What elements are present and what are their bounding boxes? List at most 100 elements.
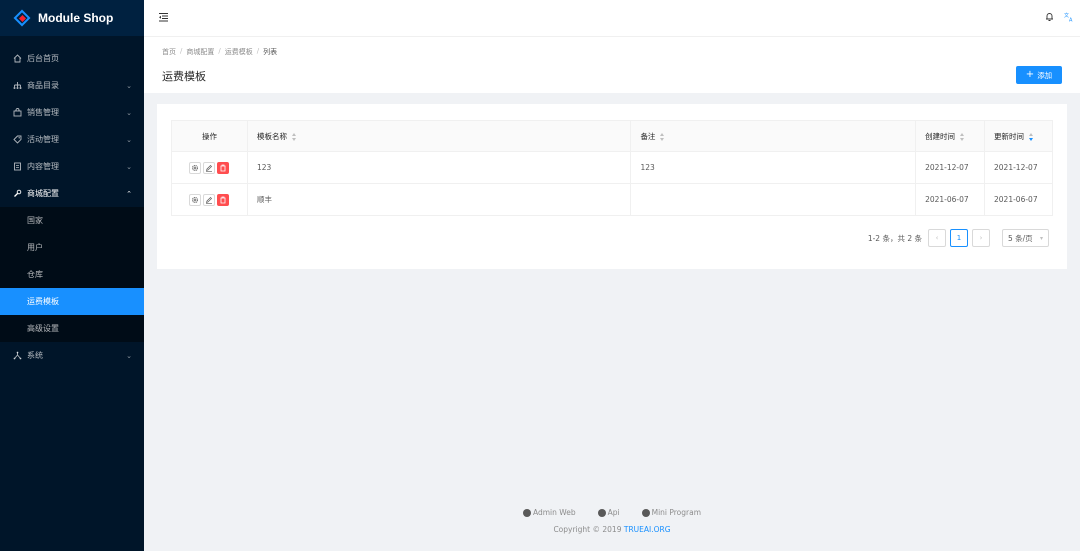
shopping-icon: [13, 108, 22, 117]
trash-icon: [220, 164, 226, 171]
settings-button[interactable]: [189, 161, 202, 174]
sidebar-item-label: 运费模板: [27, 297, 59, 306]
breadcrumb-separator: /: [218, 47, 221, 55]
sidebar-subitem-country[interactable]: 国家: [0, 207, 144, 234]
sidebar-item-activity[interactable]: 活动管理 ⌄: [0, 126, 144, 153]
row-actions: [171, 151, 248, 184]
sort-icon[interactable]: [660, 132, 665, 141]
sort-desc-icon[interactable]: [1029, 132, 1034, 141]
cell-note: 123: [630, 151, 917, 184]
sidebar-item-shop-config[interactable]: 商城配置 ⌃: [0, 180, 144, 207]
column-header-actions: 操作: [171, 120, 248, 152]
edit-button[interactable]: [203, 161, 216, 174]
cell-updated: 2021-06-07: [984, 183, 1053, 216]
sidebar-subitem-freight-template[interactable]: 运费模板: [0, 288, 144, 315]
footer-link-label: Mini Program: [651, 508, 702, 517]
chevron-up-icon: ⌃: [126, 189, 132, 198]
svg-text:A: A: [1069, 18, 1073, 23]
app-name: Module Shop: [38, 11, 114, 25]
sidebar-menu: 后台首页 商品目录 ⌄ 销售管理 ⌄ 活动管理 ⌄ 内容管理 ⌄ 商城配置 ⌃ …: [0, 45, 144, 369]
column-header-name[interactable]: 模板名称: [246, 120, 632, 152]
chevron-left-icon: ‹: [935, 234, 939, 242]
footer: Admin Web Api Mini Program Copyright © 2…: [144, 508, 1080, 534]
sidebar-item-label: 系统: [27, 351, 43, 360]
row-actions: [171, 183, 248, 216]
gear-icon: [192, 164, 199, 171]
settings-button[interactable]: [189, 193, 202, 206]
tool-icon: [13, 189, 22, 198]
sidebar-subitem-warehouse[interactable]: 仓库: [0, 261, 144, 288]
chevron-down-icon: ▾: [1039, 234, 1043, 242]
breadcrumb-item-current: 列表: [263, 48, 278, 56]
sidebar-item-label: 销售管理: [27, 108, 59, 117]
delete-button[interactable]: [217, 161, 230, 174]
freight-template-table: 操作 模板名称 备注 创建时间 更新时间 123 123 2021-12-07 …: [171, 120, 1053, 216]
sidebar-item-label: 国家: [27, 216, 43, 225]
footer-link-admin-web[interactable]: Admin Web: [522, 508, 576, 517]
github-icon: [522, 508, 531, 517]
copyright-year: 2019: [602, 525, 622, 534]
footer-link-mini-program[interactable]: Mini Program: [641, 508, 702, 517]
breadcrumb-separator: /: [256, 47, 260, 55]
column-header-label: 更新时间: [994, 131, 1025, 141]
page-size-select[interactable]: 5 条/页 ▾: [1002, 229, 1049, 247]
cell-name: 123: [246, 151, 632, 184]
edit-icon: [206, 164, 213, 172]
column-header-label: 备注: [640, 131, 656, 141]
breadcrumb-item[interactable]: 商城配置: [186, 47, 214, 57]
sort-icon[interactable]: [960, 132, 965, 141]
copyright-icon: ©: [592, 525, 600, 534]
gear-icon: [192, 196, 199, 203]
home-icon: [13, 54, 22, 63]
column-header-updated[interactable]: 更新时间: [984, 120, 1053, 152]
plus-icon: +: [1025, 69, 1035, 80]
breadcrumb-item[interactable]: 首页: [162, 47, 176, 57]
top-header: 文A: [144, 0, 1080, 36]
delete-button[interactable]: [217, 193, 230, 206]
add-button-label: 添加: [1037, 70, 1053, 80]
prev-page-button[interactable]: ‹: [928, 229, 946, 247]
page-size-value: 5 条/页: [1008, 233, 1033, 243]
column-header-note[interactable]: 备注: [630, 120, 917, 152]
sidebar-item-content[interactable]: 内容管理 ⌄: [0, 153, 144, 180]
footer-link-api[interactable]: Api: [597, 508, 620, 517]
sidebar-subitem-user[interactable]: 用户: [0, 234, 144, 261]
sidebar-item-label: 活动管理: [27, 135, 59, 144]
next-page-button[interactable]: ›: [972, 229, 990, 247]
cell-created: 2021-06-07: [915, 183, 986, 216]
bell-icon[interactable]: [1045, 12, 1054, 22]
menu-fold-icon[interactable]: [158, 12, 169, 23]
setting-icon: [13, 351, 22, 360]
column-header-created[interactable]: 创建时间: [915, 120, 986, 152]
chevron-right-icon: ›: [979, 234, 983, 242]
sort-icon[interactable]: [291, 132, 297, 141]
sidebar-item-home[interactable]: 后台首页: [0, 45, 144, 72]
page-button-current[interactable]: 1: [950, 229, 968, 247]
footer-link-label: Admin Web: [532, 508, 576, 517]
sidebar-subitem-advanced-settings[interactable]: 高级设置: [0, 315, 144, 342]
sidebar: Module Shop 后台首页 商品目录 ⌄ 销售管理 ⌄ 活动管理 ⌄ 内容…: [0, 0, 144, 551]
logo[interactable]: Module Shop: [0, 0, 144, 36]
chevron-down-icon: ⌄: [126, 135, 132, 144]
github-icon: [597, 508, 606, 517]
breadcrumb-item[interactable]: 运费模板: [225, 47, 253, 57]
copyright-org-link[interactable]: TRUEAI.ORG: [624, 525, 671, 534]
cell-updated: 2021-12-07: [984, 151, 1053, 184]
column-header-label: 操作: [201, 131, 217, 141]
chevron-down-icon: ⌄: [126, 81, 132, 90]
sidebar-item-label: 仓库: [27, 270, 43, 279]
sidebar-item-catalog[interactable]: 商品目录 ⌄: [0, 72, 144, 99]
copyright-prefix: Copyright: [553, 525, 591, 534]
logo-icon: [13, 9, 31, 27]
edit-button[interactable]: [203, 193, 216, 206]
column-header-label: 创建时间: [925, 131, 956, 141]
add-button[interactable]: + 添加: [1016, 66, 1062, 84]
sidebar-item-system[interactable]: 系统 ⌄: [0, 342, 144, 369]
sidebar-item-label: 内容管理: [27, 162, 59, 171]
page-title: 运费模板: [162, 70, 206, 83]
table-row: 顺丰 2021-06-07 2021-06-07: [171, 183, 1053, 216]
table-row: 123 123 2021-12-07 2021-12-07: [171, 151, 1053, 184]
sidebar-item-sales[interactable]: 销售管理 ⌄: [0, 99, 144, 126]
language-icon[interactable]: 文A: [1064, 12, 1074, 24]
footer-links: Admin Web Api Mini Program: [144, 508, 1080, 517]
